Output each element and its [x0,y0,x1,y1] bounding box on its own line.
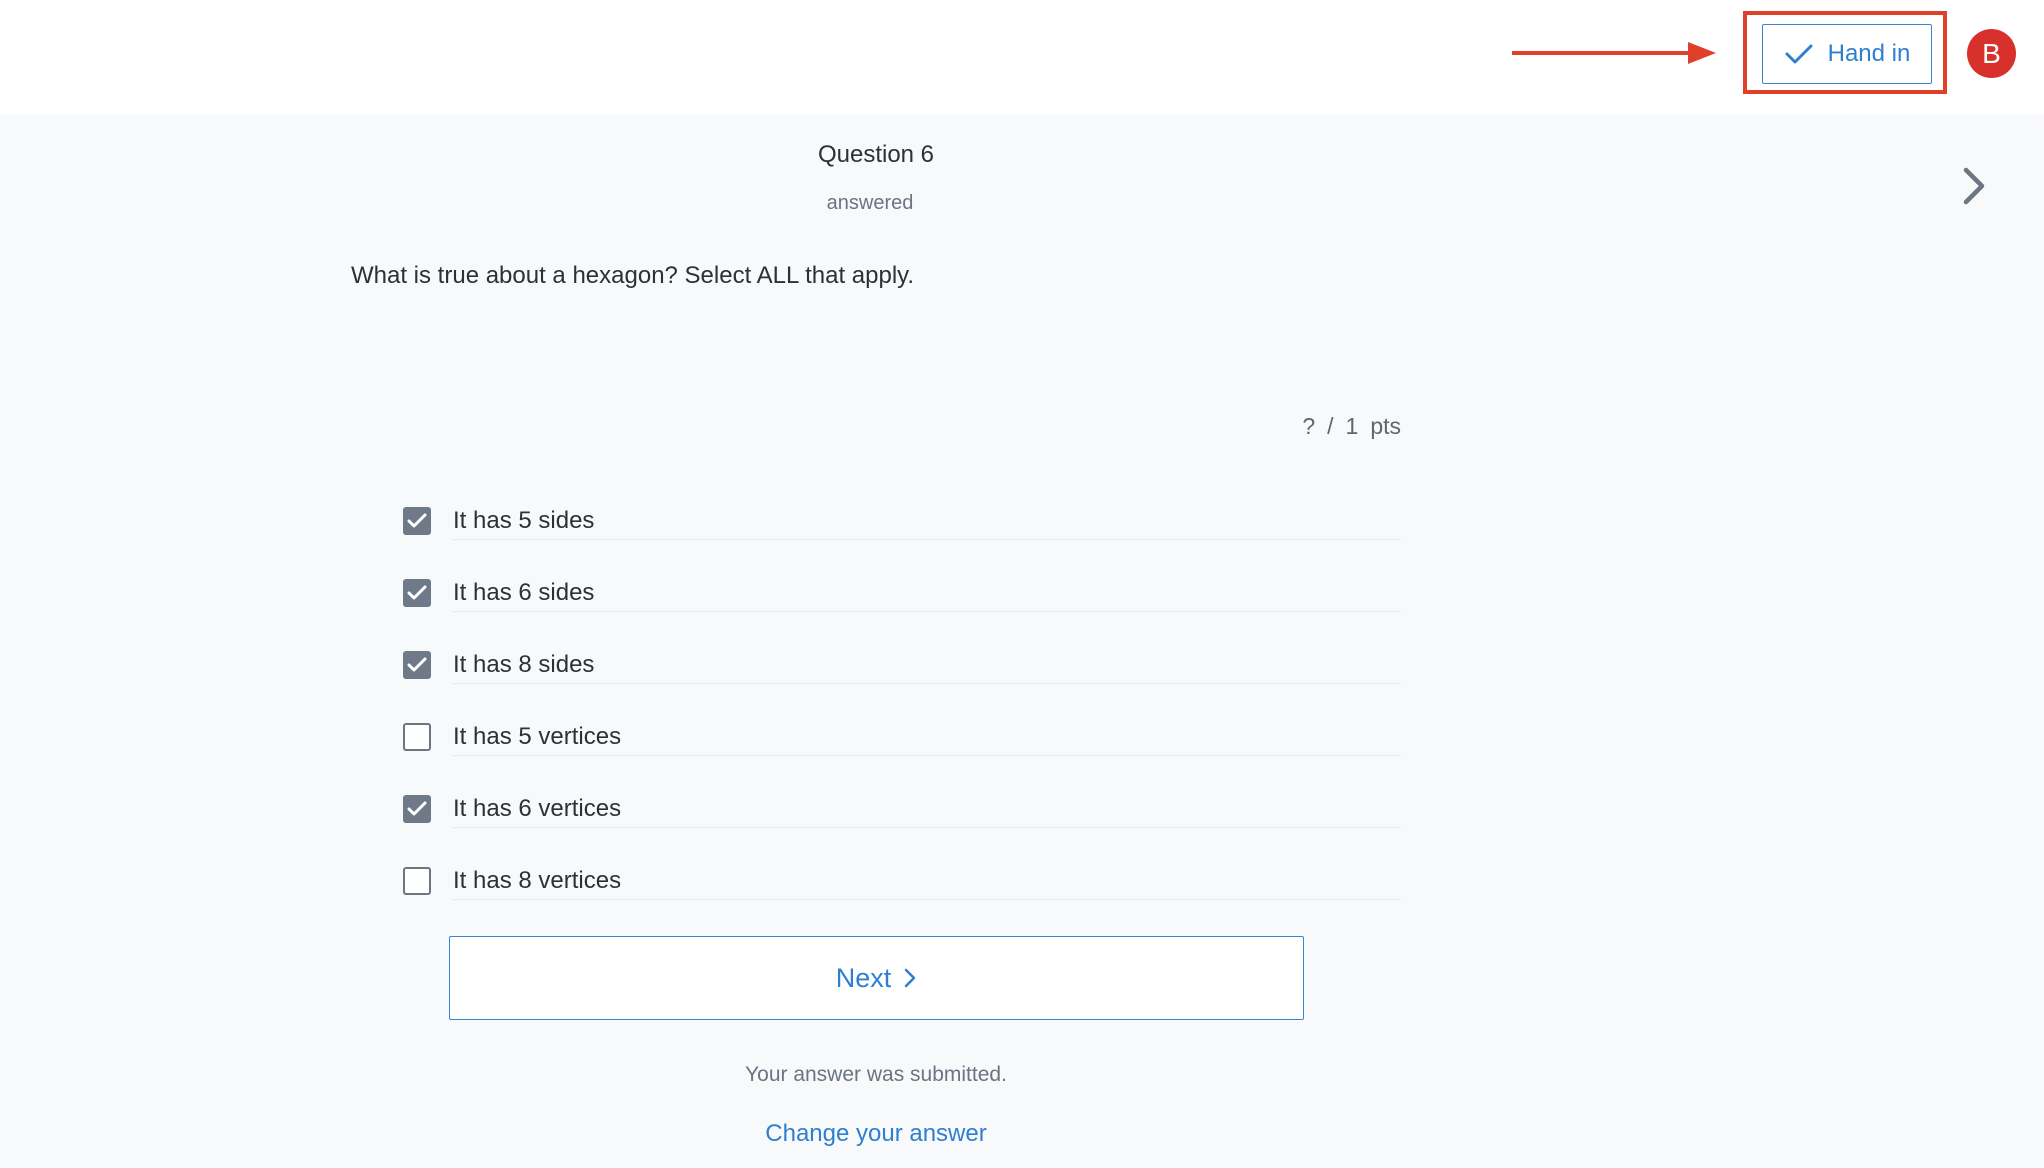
answer-option[interactable]: It has 5 vertices [401,714,1401,786]
checkmark-icon [1785,44,1813,64]
answer-option[interactable]: It has 6 sides [401,570,1401,642]
points-unit: pts [1370,413,1401,439]
checkbox[interactable] [403,795,431,823]
checkbox[interactable] [403,867,431,895]
top-bar: Hand in B [0,0,2044,115]
question-text: What is true about a hexagon? Select ALL… [351,262,915,289]
points-earned: ? [1302,413,1316,439]
check-icon [407,513,427,528]
answer-options: It has 5 sides It has 6 sides It has 8 s… [401,498,1401,930]
divider [453,683,1401,684]
points-total: 1 [1345,413,1359,439]
points-indicator: ? / 1 pts [1302,413,1401,440]
checkbox[interactable] [403,579,431,607]
chevron-right-icon [905,968,916,988]
divider [453,755,1401,756]
option-label: It has 5 sides [453,507,595,534]
hand-in-label: Hand in [1827,40,1911,67]
answer-option[interactable]: It has 8 sides [401,642,1401,714]
next-button[interactable]: Next [449,936,1304,1020]
divider [453,899,1401,900]
answer-option[interactable]: It has 8 vertices [401,858,1401,930]
checkbox[interactable] [403,507,431,535]
divider [453,827,1401,828]
check-icon [407,801,427,816]
divider [453,611,1401,612]
answer-option[interactable]: It has 6 vertices [401,786,1401,858]
change-answer-link[interactable]: Change your answer [600,1120,1152,1148]
question-title: Question 6 [817,141,935,168]
avatar[interactable]: B [1967,29,2016,78]
option-label: It has 6 sides [453,579,595,606]
check-icon [407,585,427,600]
chevron-right-icon[interactable] [1958,164,1990,208]
option-label: It has 8 vertices [453,867,622,894]
submitted-message: Your answer was submitted. [745,1063,1007,1086]
checkbox[interactable] [403,651,431,679]
option-label: It has 6 vertices [453,795,622,822]
option-label: It has 8 sides [453,651,595,678]
annotation-arrow-icon [1512,42,1716,64]
answer-option[interactable]: It has 5 sides [401,498,1401,570]
checkbox[interactable] [403,723,431,751]
question-status: answered [826,192,914,214]
check-icon [407,657,427,672]
divider [453,539,1401,540]
avatar-initial: B [1982,37,2001,69]
option-label: It has 5 vertices [453,723,622,750]
points-separator: / [1327,413,1334,439]
hand-in-button[interactable]: Hand in [1762,24,1932,84]
next-label: Next [835,962,892,993]
